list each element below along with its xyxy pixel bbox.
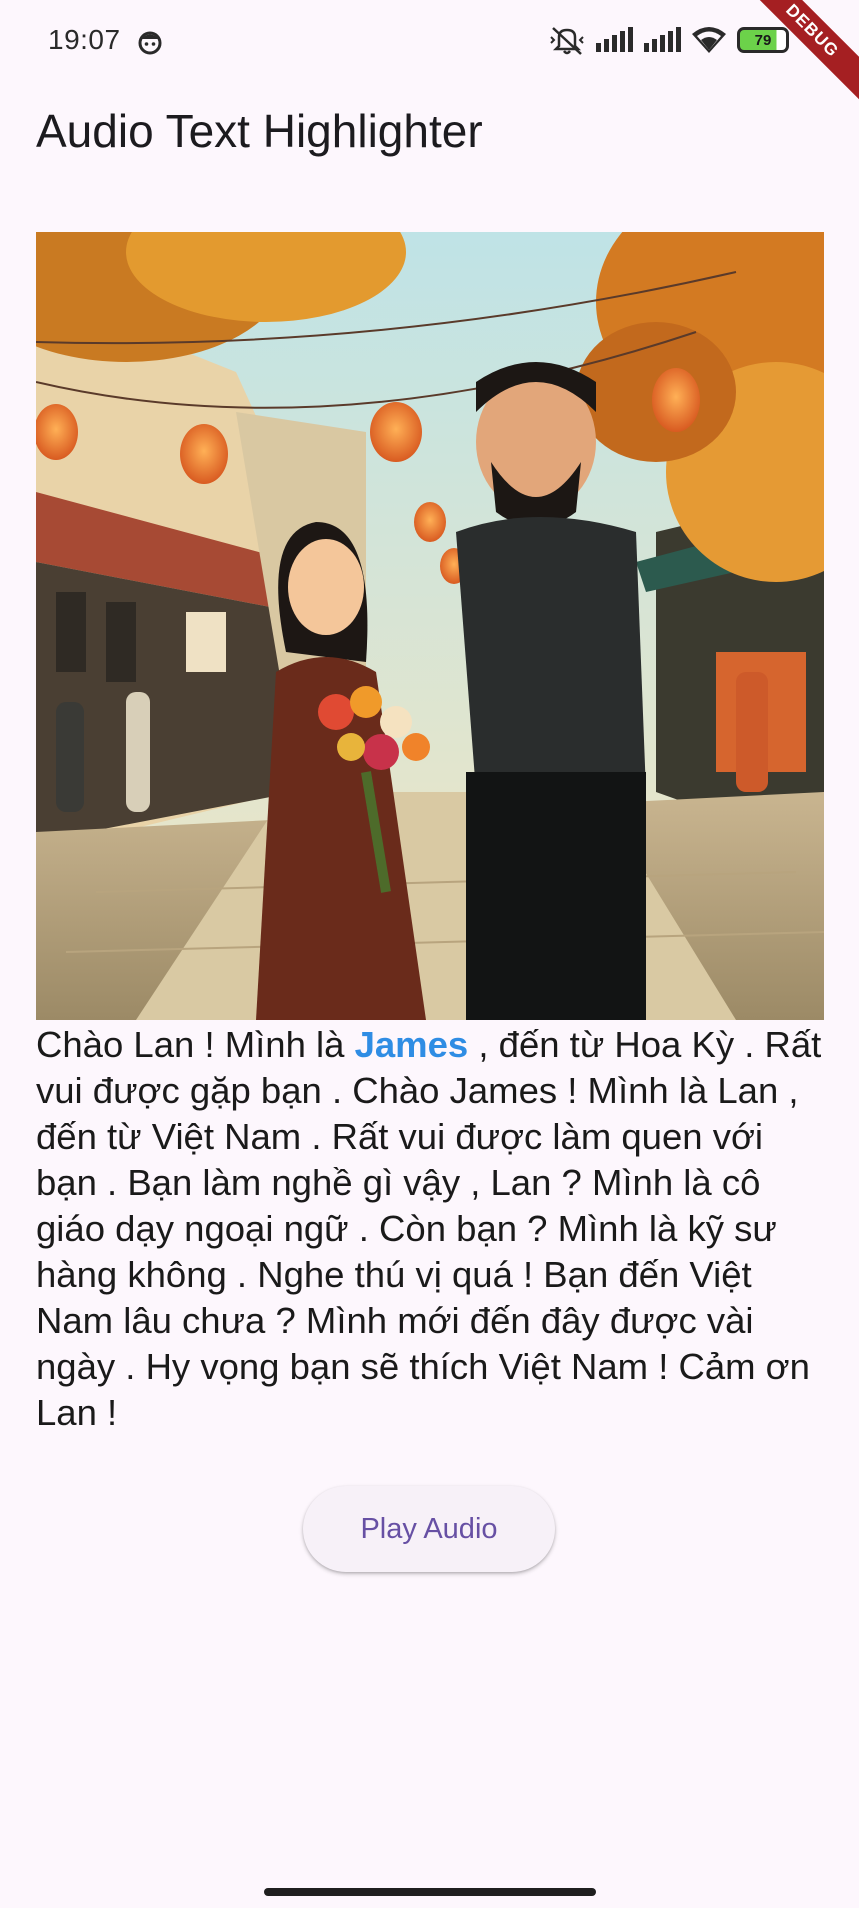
mute-icon — [549, 24, 585, 56]
status-icons: 79 — [549, 24, 789, 56]
home-indicator[interactable] — [264, 1888, 596, 1896]
status-bar: 19:07 79 DEBUG — [0, 0, 859, 102]
dialog-text: Chào Lan ! Mình là James , đến từ Hoa Kỳ… — [36, 1022, 826, 1436]
highlighted-word: James — [354, 1024, 469, 1065]
signal-icon — [643, 27, 681, 53]
dialog-text-before: Chào Lan ! Mình là — [36, 1024, 355, 1065]
story-illustration — [36, 232, 824, 1020]
dialog-text-after: , đến từ Hoa Kỳ . Rất vui được gặp bạn .… — [36, 1024, 822, 1433]
wifi-icon — [691, 26, 727, 54]
battery-level: 79 — [754, 31, 772, 49]
signal-icon — [595, 27, 633, 53]
status-time: 19:07 — [48, 24, 121, 55]
app-screen: 19:07 79 DEBUG Audio Text Highlighter Ch… — [0, 0, 859, 1908]
battery-icon: 79 — [737, 27, 789, 53]
play-audio-button[interactable]: Play Audio — [303, 1486, 555, 1572]
app-title: Audio Text Highlighter — [36, 105, 483, 157]
face-icon — [136, 28, 164, 56]
